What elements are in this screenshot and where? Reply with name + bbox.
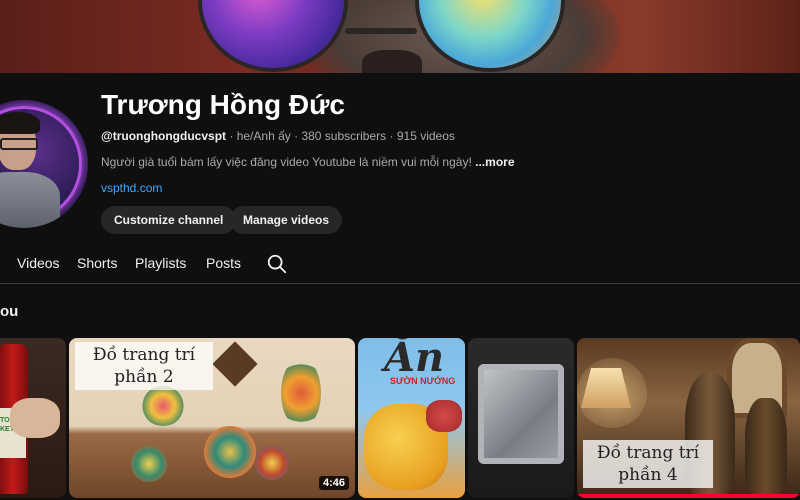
more-link[interactable]: ...more: [475, 155, 514, 169]
thumbnail-caption: Đồ trang trí phần 2: [75, 342, 213, 390]
tab-playlists[interactable]: Playlists: [135, 255, 186, 271]
video-count: 915 videos: [396, 129, 455, 143]
customize-channel-button[interactable]: Customize channel: [101, 206, 237, 234]
search-icon[interactable]: [266, 253, 288, 275]
thumbnail-art-cat-statue: [745, 398, 787, 494]
avatar-glasses: [0, 138, 38, 150]
channel-tabs: Videos Shorts Playlists Posts: [0, 245, 800, 284]
tab-posts[interactable]: Posts: [206, 255, 241, 271]
channel-meta: @truonghongducvspt · he/Anh ấy · 380 sub…: [101, 129, 455, 143]
thumbnail-art-mandala: [255, 446, 289, 480]
banner-art-glasses-bridge: [345, 28, 417, 34]
video-thumbnail[interactable]: Đồ trang trí phần 2 4:46: [69, 338, 355, 498]
watch-progress-bar: [577, 494, 800, 498]
thumbnail-art-mirror: [212, 341, 258, 387]
manage-videos-button[interactable]: Manage videos: [230, 206, 343, 234]
thumbnail-art-tray: [478, 364, 564, 464]
watch-progress-fill: [577, 494, 800, 498]
video-thumbnail[interactable]: [468, 338, 574, 498]
channel-name: Trương Hồng Đức: [101, 89, 346, 120]
tab-videos[interactable]: Videos: [17, 255, 60, 271]
video-thumbnail[interactable]: Đồ trang trí phần 4: [577, 338, 800, 498]
channel-link[interactable]: vspthd.com: [101, 181, 162, 195]
thumbnail-art-mandala: [204, 426, 256, 478]
thumbnail-caption: Đồ trang trí phần 4: [583, 440, 713, 488]
thumbnail-art-flowers: [281, 358, 321, 428]
thumbnail-art-flowers: [141, 386, 185, 426]
video-thumbnail[interactable]: TOMATO KETCHUP: [0, 338, 66, 498]
channel-banner: [0, 0, 800, 73]
avatar-armor: [0, 172, 60, 228]
video-duration-badge: 4:46: [318, 476, 349, 490]
meta-separator: ·: [389, 129, 394, 143]
channel-avatar[interactable]: [0, 100, 88, 228]
meta-separator: ·: [294, 129, 299, 143]
channel-handle: @truonghongducvspt: [101, 129, 227, 143]
thumbnail-sub-text: SƯỜN NƯỚNG: [390, 376, 456, 386]
thumbnail-brand-text: Ăn: [384, 338, 445, 381]
thumbnail-art-ribs: [426, 400, 462, 432]
subscriber-count: 380 subscribers: [301, 129, 387, 143]
meta-separator: ·: [229, 129, 234, 143]
channel-pronouns: he/Anh ấy: [236, 129, 291, 143]
tab-shorts[interactable]: Shorts: [77, 255, 117, 271]
section-title: ou: [0, 303, 19, 320]
channel-description[interactable]: Người già tuổi bám lấy việc đăng video Y…: [101, 155, 515, 169]
video-thumbnail[interactable]: Ăn SƯỜN NƯỚNG: [358, 338, 465, 498]
thumbnail-art-hand: [10, 398, 60, 438]
avatar-hair: [0, 112, 40, 134]
thumbnail-art-mandala: [131, 446, 167, 482]
description-text: Người già tuổi bám lấy việc đăng video Y…: [101, 155, 472, 169]
banner-art-nose: [362, 50, 422, 73]
